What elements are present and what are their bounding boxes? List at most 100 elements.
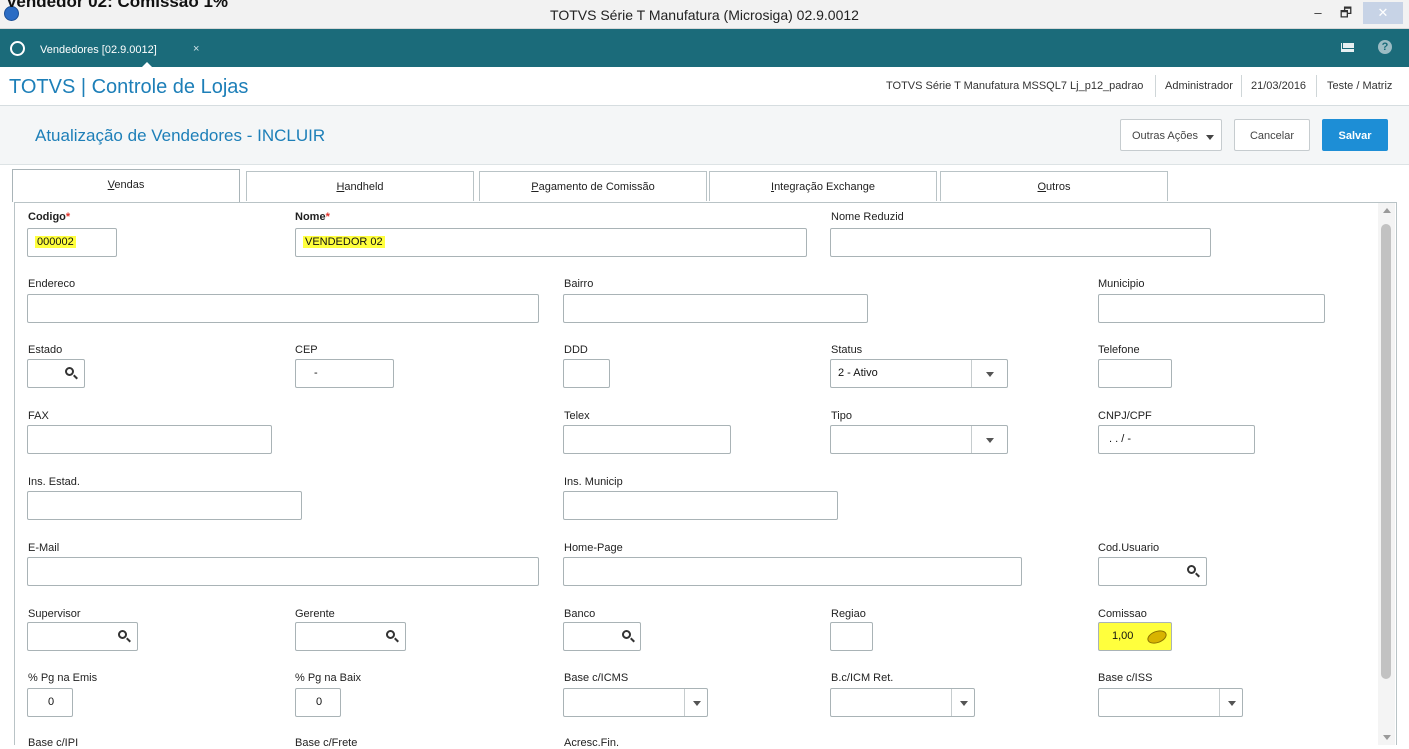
ins-municip-field[interactable] [563, 491, 838, 520]
base-iss-label: Base c/ISS [1098, 672, 1153, 684]
form-title: Atualização de Vendedores - INCLUIR [35, 126, 326, 145]
tab-vendas[interactable]: Vendas [12, 169, 240, 202]
gerente-field[interactable] [295, 622, 406, 651]
search-icon[interactable] [622, 630, 631, 639]
gerente-label: Gerente [295, 608, 335, 620]
tab-pagamento-comissao[interactable]: Pagamento de Comissão [479, 171, 707, 201]
homepage-label: Home-Page [564, 542, 623, 554]
module-tabbar: Vendedores [02.9.0012] × ? [0, 29, 1409, 68]
search-icon[interactable] [386, 630, 395, 639]
tab-vendedores-label: Vendedores [02.9.0012] [40, 44, 157, 56]
base-frete-label: Base c/Frete [295, 737, 358, 749]
company-info[interactable]: Teste / Matriz [1327, 80, 1392, 92]
help-icon[interactable]: ? [1378, 40, 1392, 54]
search-icon[interactable] [118, 630, 127, 639]
codigo-field[interactable]: 000002 [27, 228, 117, 257]
search-icon[interactable] [1187, 565, 1196, 574]
app-title: TOTVS | Controle de Lojas [9, 76, 249, 98]
email-field[interactable] [27, 557, 539, 586]
header-divider [1316, 75, 1317, 97]
cod-usuario-label: Cod.Usuario [1098, 542, 1160, 554]
comissao-field[interactable]: 1,00 [1098, 622, 1172, 651]
regiao-field[interactable] [830, 622, 873, 651]
mail-icon[interactable] [1341, 43, 1354, 52]
telex-field[interactable] [563, 425, 731, 454]
chevron-down-icon [960, 701, 968, 706]
scroll-up-icon[interactable] [1383, 208, 1391, 213]
scroll-down-icon[interactable] [1383, 735, 1391, 740]
environment-info[interactable]: TOTVS Série T Manufatura MSSQL7 Lj_p12_p… [886, 80, 1143, 92]
banco-label: Banco [564, 608, 596, 620]
tab-vendedores[interactable]: Vendedores [02.9.0012] × [28, 35, 199, 68]
cep-field[interactable]: - [295, 359, 394, 388]
header-divider [1155, 75, 1156, 97]
estado-field[interactable] [27, 359, 85, 388]
tab-outros[interactable]: Outros [940, 171, 1168, 201]
ins-municip-label: Ins. Municip [564, 476, 623, 488]
endereco-label: Endereco [28, 278, 76, 290]
bc-icm-ret-label: B.c/ICM Ret. [831, 672, 894, 684]
estado-label: Estado [28, 344, 63, 356]
nome-label: Nome* [295, 211, 330, 223]
nome-field[interactable]: VENDEDOR 02 [295, 228, 807, 257]
tipo-label: Tipo [831, 410, 852, 422]
municipio-field[interactable] [1098, 294, 1325, 323]
calculator-icon[interactable] [1145, 627, 1169, 647]
totvs-logo-icon[interactable] [10, 41, 25, 56]
scrollbar-thumb[interactable] [1381, 224, 1391, 679]
chevron-down-icon [1228, 701, 1236, 706]
close-window-button[interactable]: ✕ [1363, 2, 1403, 24]
endereco-field[interactable] [27, 294, 539, 323]
nome-reduzido-label: Nome Reduzid [831, 211, 904, 223]
tab-integracao-exchange[interactable]: Integração Exchange [709, 171, 937, 201]
base-iss-select[interactable] [1098, 688, 1243, 717]
form-panel [14, 202, 1397, 745]
fax-field[interactable] [27, 425, 272, 454]
status-select[interactable]: 2 - Ativo [830, 359, 1008, 388]
municipio-label: Municipio [1098, 278, 1145, 290]
supervisor-field[interactable] [27, 622, 138, 651]
supervisor-label: Supervisor [28, 608, 81, 620]
nome-reduzido-field[interactable] [830, 228, 1211, 257]
tipo-select[interactable] [830, 425, 1008, 454]
ddd-field[interactable] [563, 359, 610, 388]
ddd-label: DDD [564, 344, 588, 356]
base-icms-select[interactable] [563, 688, 708, 717]
email-label: E-Mail [28, 542, 60, 554]
tab-handheld[interactable]: Handheld [246, 171, 474, 201]
date-info[interactable]: 21/03/2016 [1251, 80, 1306, 92]
acresc-fin-label: Acresc.Fin. [564, 737, 620, 749]
comissao-label: Comissao [1098, 608, 1147, 620]
base-ipi-label: Base c/IPI [28, 737, 79, 749]
search-icon[interactable] [65, 367, 74, 376]
cep-label: CEP [295, 344, 318, 356]
bairro-field[interactable] [563, 294, 868, 323]
bc-icm-ret-select[interactable] [830, 688, 975, 717]
chevron-down-icon [986, 372, 994, 377]
regiao-label: Regiao [831, 608, 866, 620]
cod-usuario-field[interactable] [1098, 557, 1207, 586]
cnpj-field[interactable]: . . / - [1098, 425, 1255, 454]
pg-baix-label: % Pg na Baix [295, 672, 362, 684]
telex-label: Telex [564, 410, 590, 422]
user-info[interactable]: Administrador [1165, 80, 1233, 92]
pg-emis-label: % Pg na Emis [28, 672, 98, 684]
other-actions-button[interactable]: Outras Ações [1120, 119, 1222, 151]
base-icms-label: Base c/ICMS [564, 672, 629, 684]
form-header: Atualização de Vendedores - INCLUIR Outr… [0, 106, 1409, 165]
telefone-field[interactable] [1098, 359, 1172, 388]
tab-close-icon[interactable]: × [193, 43, 199, 55]
chevron-down-icon [986, 438, 994, 443]
pg-baix-field[interactable]: 0 [295, 688, 341, 717]
banco-field[interactable] [563, 622, 641, 651]
cnpj-label: CNPJ/CPF [1098, 410, 1152, 422]
telefone-label: Telefone [1098, 344, 1140, 356]
cancel-button[interactable]: Cancelar [1234, 119, 1310, 151]
fax-label: FAX [28, 410, 49, 422]
pg-emis-field[interactable]: 0 [27, 688, 73, 717]
maximize-button[interactable]: 🗗 [1330, 2, 1362, 24]
save-button[interactable]: Salvar [1322, 119, 1388, 151]
homepage-field[interactable] [563, 557, 1022, 586]
ins-estad-field[interactable] [27, 491, 302, 520]
chevron-down-icon [1206, 135, 1214, 140]
